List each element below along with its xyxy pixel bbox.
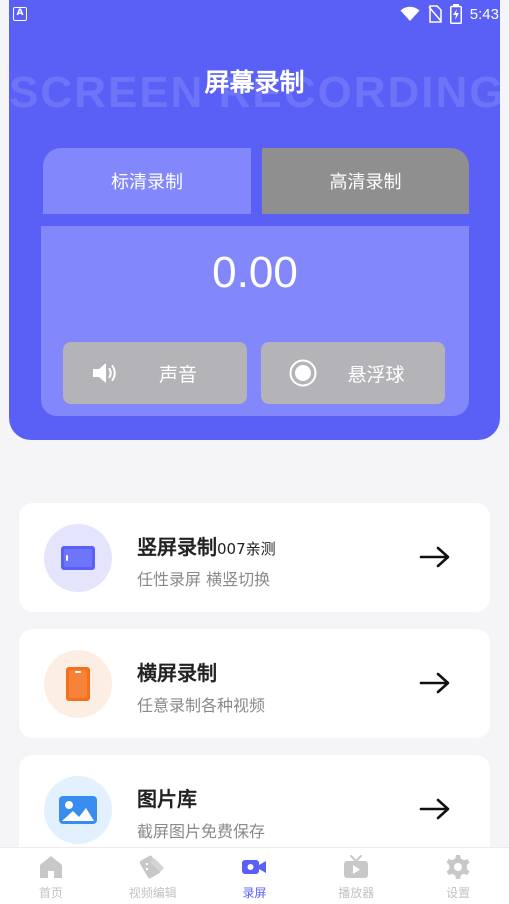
tv-player-icon (344, 855, 369, 878)
nav-label: 首页 (38, 886, 63, 900)
sound-toggle-button[interactable]: 声音 (63, 342, 247, 404)
arrow-right-icon[interactable] (419, 797, 451, 821)
nav-label: 设置 (446, 886, 471, 900)
vertical-record-card[interactable]: 竖屏录制007亲测 任性录屏 横竖切换 (19, 503, 490, 612)
image-gallery-icon (59, 796, 97, 824)
card-icon-circle (44, 776, 112, 844)
status-bar: A 5:43 (0, 0, 509, 30)
nav-item-video-edit[interactable]: 视频编辑 (102, 848, 204, 904)
record-panel: 0.00 声音 悬浮球 (41, 226, 469, 416)
video-edit-icon (139, 855, 164, 879)
tab-high-definition[interactable]: 高清录制 (262, 148, 469, 214)
card-subtitle: 任意录制各种视频 (137, 696, 266, 715)
nav-item-home[interactable]: 首页 (0, 848, 102, 904)
recording-header-card: SCREEN RECORDING 屏幕录制 标清录制 高清录制 0.00 声音 … (9, 0, 504, 440)
no-sim-icon (428, 5, 442, 23)
nav-label: 录屏 (242, 886, 267, 900)
gear-icon (446, 855, 470, 879)
tab-label: 标清录制 (111, 172, 183, 193)
card-subtitle: 任性录屏 横竖切换 (137, 570, 271, 589)
card-title-suffix: 007亲测 (217, 540, 276, 558)
card-title: 横屏录制 (137, 661, 217, 685)
nav-item-settings[interactable]: 设置 (407, 848, 509, 904)
portrait-phone-icon (66, 667, 90, 701)
nav-label: 播放器 (338, 886, 375, 900)
nav-item-screen-record[interactable]: 录屏 (204, 848, 306, 904)
battery-charging-icon (449, 4, 462, 24)
video-camera-icon (242, 860, 267, 874)
card-title: 图片库 (137, 787, 197, 811)
floating-ball-toggle-button[interactable]: 悬浮球 (261, 342, 445, 404)
sound-toggle-label: 声音 (158, 363, 197, 386)
recording-timer: 0.00 (212, 248, 298, 297)
arrow-right-icon[interactable] (419, 671, 451, 695)
status-time: 5:43 (469, 5, 499, 23)
wifi-icon (400, 6, 420, 21)
nav-label: 视频编辑 (128, 886, 177, 900)
card-icon-circle (44, 524, 112, 592)
home-icon (39, 856, 62, 878)
card-title: 竖屏录制007亲测 (137, 535, 276, 559)
nav-item-player[interactable]: 播放器 (305, 848, 407, 904)
arrow-right-icon[interactable] (419, 545, 451, 569)
bottom-nav: 首页 视频编辑 录屏 播放器 设置 (0, 847, 509, 904)
tab-standard-definition[interactable]: 标清录制 (43, 148, 251, 214)
page-title: 屏幕录制 (204, 68, 305, 97)
landscape-screen-icon (61, 546, 95, 570)
floating-ball-toggle-label: 悬浮球 (347, 363, 405, 386)
card-icon-circle (44, 650, 112, 718)
app-notification-icon: A (13, 7, 27, 21)
card-subtitle: 截屏图片免费保存 (137, 822, 266, 841)
status-icons: 5:43 (400, 4, 499, 24)
tab-label: 高清录制 (329, 172, 402, 193)
horizontal-record-card[interactable]: 横屏录制 任意录制各种视频 (19, 629, 490, 738)
